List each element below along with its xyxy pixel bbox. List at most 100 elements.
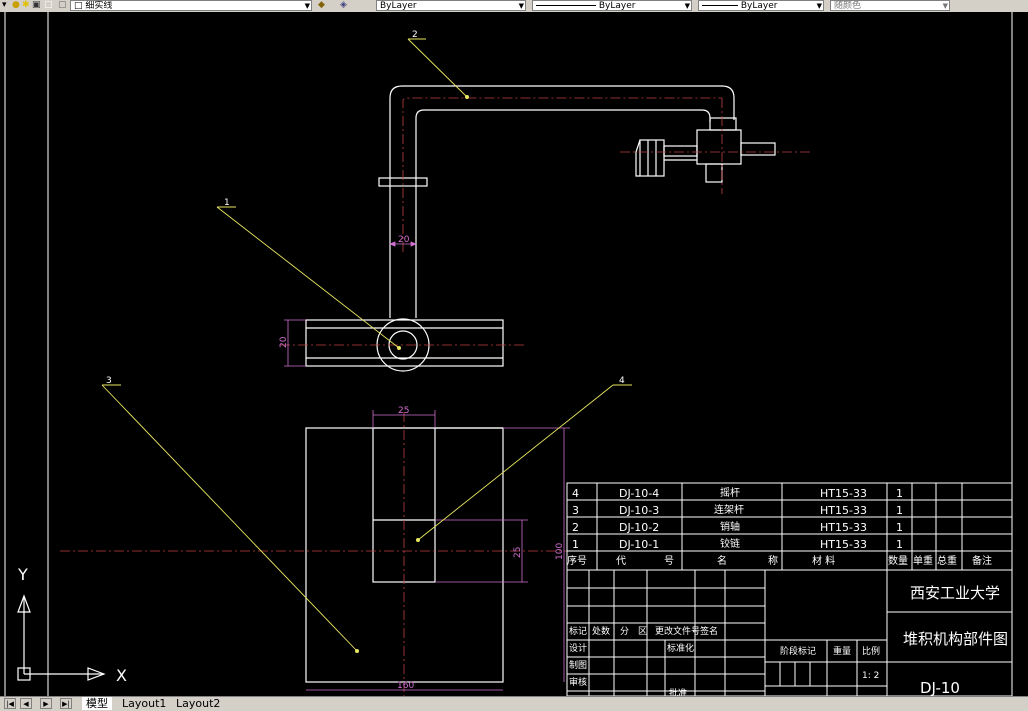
tb-university: 西安工业大学 xyxy=(910,584,1000,602)
last-tab-icon: ▶| xyxy=(62,700,70,708)
bom-row-1-no: 1 xyxy=(572,538,579,551)
bom-header-code-a: 代 xyxy=(616,555,626,567)
bom-row-2-material: HT15-33 xyxy=(820,521,867,534)
dim-text-160: 160 xyxy=(397,681,414,691)
balloon-3: 3 xyxy=(106,376,112,386)
lineweight-dropdown-value: ByLayer xyxy=(740,1,778,11)
tb-label-change-doc: 更改文件号 xyxy=(655,625,700,637)
layer-color-swatch-icon[interactable]: □ xyxy=(44,0,53,10)
bom-row-3-code: DJ-10-3 xyxy=(619,504,659,517)
ucs-y-label: Y xyxy=(17,565,28,584)
drawing-svg: 20 20 25 25 100 160 2 1 3 4 4 DJ-10-4 摇杆… xyxy=(4,12,1013,696)
arm-centerlines xyxy=(402,97,812,252)
bom-row-4-name: 摇杆 xyxy=(720,486,740,499)
bom-row-2-no: 2 xyxy=(572,521,579,534)
layer-state-icon[interactable]: ▾ xyxy=(2,0,7,10)
bom-rows: 4 DJ-10-4 摇杆 HT15-33 1 3 DJ-10-3 连架杆 HT1… xyxy=(572,486,903,551)
ucs-icon xyxy=(17,594,106,681)
plotstyle-dropdown[interactable]: 随颜色 ▼ xyxy=(830,0,950,11)
tb-label-standard: 标准化 xyxy=(667,642,694,654)
color-dropdown[interactable]: ByLayer ▼ xyxy=(376,0,526,11)
last-tab-button[interactable]: ▶| xyxy=(60,698,72,709)
bom-header-name-b: 称 xyxy=(768,554,778,567)
bom-row-4-material: HT15-33 xyxy=(820,487,867,500)
leader-dots xyxy=(355,95,469,653)
bom-row-1-material: HT15-33 xyxy=(820,538,867,551)
tb-label-design: 设计 xyxy=(569,642,587,654)
bom-header-code-b: 号 xyxy=(664,555,674,567)
bom-row-4-qty: 1 xyxy=(896,487,903,500)
bom-header: 序号 代 号 名 称 材 料 数量 单重 总重 备注 xyxy=(567,554,992,567)
bom-row-4-code: DJ-10-4 xyxy=(619,487,659,500)
first-tab-icon: |◀ xyxy=(6,700,14,708)
tab-model-label: 模型 xyxy=(86,697,108,710)
bulb-icon[interactable]: ● xyxy=(12,0,20,10)
lineweight-dropdown[interactable]: ByLayer ▼ xyxy=(698,0,824,11)
bom-header-remark: 备注 xyxy=(972,554,992,567)
lock-icon[interactable]: ▣ xyxy=(32,0,41,10)
chevron-down-icon: ▼ xyxy=(518,2,524,10)
tb-label-scale: 比例 xyxy=(862,645,880,657)
tb-label-weight: 重量 xyxy=(833,645,851,657)
first-tab-button[interactable]: |◀ xyxy=(4,698,16,709)
dim-text-100: 100 xyxy=(555,543,565,560)
bom-row-4-no: 4 xyxy=(572,487,579,500)
tab-model[interactable]: 模型 xyxy=(82,697,112,710)
tab-layout1-label: Layout1 xyxy=(122,697,167,710)
linetype-preview xyxy=(536,5,596,6)
bom-row-1-name: 铰链 xyxy=(720,537,740,550)
lineweight-preview xyxy=(702,5,738,6)
tab-layout1[interactable]: Layout1 xyxy=(118,697,170,710)
plotstyle-dropdown-value: 随颜色 xyxy=(834,1,862,11)
balloon-2: 2 xyxy=(412,30,418,40)
color-dropdown-value: ByLayer xyxy=(380,1,417,11)
chevron-down-icon: ▼ xyxy=(942,2,948,10)
tb-label-zone-b: 区 xyxy=(638,626,647,637)
balloon-1: 1 xyxy=(224,198,230,208)
chevron-down-icon: ▼ xyxy=(816,2,822,10)
dim-text-25-side: 25 xyxy=(513,547,523,558)
bom-header-name-a: 名 xyxy=(717,554,727,567)
linetype-dropdown[interactable]: ByLayer ▼ xyxy=(532,0,692,11)
drawing-canvas[interactable]: 20 20 25 25 100 160 2 1 3 4 4 DJ-10-4 摇杆… xyxy=(0,12,1028,696)
bom-header-qty: 数量 xyxy=(888,554,908,567)
prev-tab-button[interactable]: ◀ xyxy=(20,698,32,709)
bom-header-unit-weight: 单重 xyxy=(913,554,933,567)
bom-header-no: 序号 xyxy=(567,554,587,567)
bom-header-material: 材 料 xyxy=(812,554,835,567)
bom-row-1-code: DJ-10-1 xyxy=(619,538,659,551)
sun-icon[interactable]: ✱ xyxy=(22,0,30,10)
tab-layout2[interactable]: Layout2 xyxy=(172,697,224,710)
tb-label-approve: 批准 xyxy=(669,687,687,696)
tb-drawing-title: 堆积机构部件图 xyxy=(903,630,1008,648)
prev-tab-icon: ◀ xyxy=(23,700,29,708)
bom-header-total-weight: 总重 xyxy=(937,554,957,567)
layout-tab-bar: |◀ ◀ ▶ ▶| 模型 Layout1 Layout2 xyxy=(0,696,1028,711)
lower-block xyxy=(305,427,504,683)
tb-drawing-no: DJ-10 xyxy=(920,679,960,696)
bom-row-2-name: 销轴 xyxy=(720,520,740,533)
bom-row-3-no: 3 xyxy=(572,504,579,517)
lock-open-icon[interactable]: ▢ xyxy=(58,0,67,10)
chevron-down-icon: ▼ xyxy=(684,2,690,10)
bom-row-3-qty: 1 xyxy=(896,504,903,517)
tab-layout2-label: Layout2 xyxy=(176,697,221,710)
tb-label-draw: 制图 xyxy=(569,659,587,671)
layer-dropdown[interactable]: □ 细实线 ▼ xyxy=(70,0,312,11)
bom-row-3-material: HT15-33 xyxy=(820,504,867,517)
arm-part xyxy=(378,85,776,318)
tb-label-mark: 标记 xyxy=(569,625,587,637)
linetype-dropdown-value: ByLayer xyxy=(598,1,636,11)
ucs-x-label: X xyxy=(116,666,127,685)
make-current-layer-icon[interactable]: ◆ xyxy=(318,0,325,10)
chevron-down-icon: ▼ xyxy=(304,2,310,10)
tb-label-stage-mark: 阶段标记 xyxy=(780,645,816,657)
next-tab-button[interactable]: ▶ xyxy=(40,698,52,709)
tb-label-count: 处数 xyxy=(592,625,610,637)
balloon-4: 4 xyxy=(619,376,625,386)
dim-text-25-top: 25 xyxy=(398,406,409,416)
layer-color-icon: □ xyxy=(74,1,86,11)
layer-previous-icon[interactable]: ◈ xyxy=(340,0,347,10)
lower-dims xyxy=(306,410,570,691)
tb-label-scale-value: 1: 2 xyxy=(862,671,879,681)
